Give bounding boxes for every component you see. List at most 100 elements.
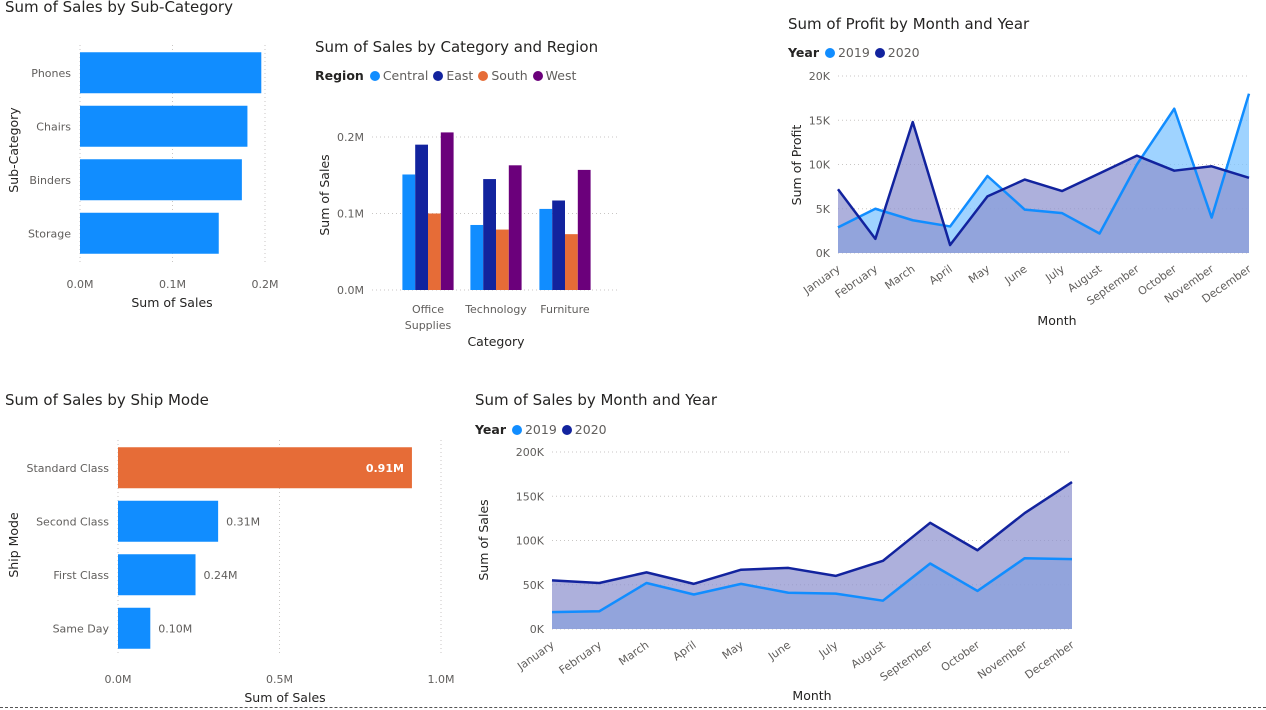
catregion-x-tick-label: Supplies: [405, 319, 452, 332]
catregion-y-tick-label: 0.2M: [337, 131, 364, 144]
subcat-y-tick-label: Storage: [28, 227, 71, 240]
catregion-bar-office-supplies-central: [402, 174, 416, 290]
profit-x-tick-label: February: [833, 262, 881, 301]
salesmonth-x-tick-label: July: [816, 638, 841, 661]
subcat-x-tick-label: 0.1M: [159, 278, 186, 291]
profit-x-axis-title: Month: [1037, 313, 1076, 328]
shipmode-bar-same-day: [118, 607, 151, 649]
salesmonth-x-axis-title: Month: [792, 688, 831, 703]
catregion-legend-dot-east: [433, 70, 444, 81]
shipmode-chart-title: Sum of Sales by Ship Mode: [5, 391, 209, 409]
catregion-column-chart[interactable]: 0.0M 0.1M 0.2M Office Supplies Technology Furn…: [310, 90, 630, 355]
salesmonth-area-2020: [552, 482, 1072, 629]
subcat-bar-phones: [80, 52, 262, 94]
profit-area-chart[interactable]: 0K5K10K15K20KJanuaryFebruary March April Ma…: [780, 65, 1266, 335]
salesmonth-legend-label-2019: 2019: [524, 422, 557, 437]
profit-legend-title: Year: [788, 45, 819, 60]
salesmonth-x-tick-label: April: [670, 638, 698, 663]
catregion-legend-dot-south: [478, 70, 489, 81]
profit-x-tick-label: April: [927, 262, 955, 287]
profit-y-axis-title: Sum of Profit: [789, 125, 804, 206]
salesmonth-x-tick-label: June: [765, 638, 793, 663]
shipmode-data-label: 0.31M: [226, 515, 260, 528]
catregion-bar-technology-east: [483, 179, 496, 290]
catregion-legend-item-central[interactable]: Central: [369, 68, 429, 83]
salesmonth-x-tick-label: November: [975, 638, 1030, 682]
salesmonth-legend-dot-2019: [511, 424, 522, 435]
subcat-bar-binders: [80, 159, 242, 201]
catregion-legend-item-west[interactable]: West: [532, 68, 577, 83]
catregion-legend-item-south[interactable]: South: [478, 68, 528, 83]
salesmonth-chart-title: Sum of Sales by Month and Year: [475, 391, 718, 409]
catregion-legend-item-east[interactable]: East: [433, 68, 473, 83]
profit-legend-label-2019: 2019: [837, 45, 870, 60]
profit-x-tick-label: June: [1002, 262, 1030, 287]
catregion-legend-title: Region: [315, 68, 364, 83]
salesmonth-x-tick-label: March: [616, 638, 651, 668]
subcat-x-tick-label: 0.0M: [67, 278, 94, 291]
catregion-x-tick-label: Office: [412, 303, 444, 316]
salesmonth-legend-dot-2020: [561, 424, 572, 435]
profit-y-tick-label: 5K: [816, 203, 831, 216]
salesmonth-area-chart[interactable]: 0K 50K 100K 150K 200K January February March Apr…: [470, 440, 1100, 705]
catregion-chart-title: Sum of Sales by Category and Region: [315, 38, 599, 56]
salesmonth-legend: Year 2019 2020: [475, 422, 612, 437]
catregion-bar-technology-central: [470, 224, 484, 290]
profit-legend-item-2019[interactable]: 2019: [824, 45, 870, 60]
salesmonth-x-tick-label: December: [1023, 638, 1078, 682]
catregion-legend-label-west: West: [545, 68, 577, 83]
catregion-bar-office-supplies-west: [440, 132, 454, 290]
shipmode-bar-first-class: [118, 554, 196, 596]
profit-chart-title: Sum of Profit by Month and Year: [788, 15, 1030, 33]
catregion-bar-furniture-south: [565, 234, 578, 290]
salesmonth-y-tick-label: 100K: [516, 535, 545, 548]
salesmonth-x-tick-label: January: [514, 638, 557, 673]
shipmode-bar-chart[interactable]: 0.0M 0.5M 1.0M Standard Class 0.91M Second Cl…: [0, 425, 470, 707]
salesmonth-y-tick-label: 0K: [530, 623, 545, 636]
catregion-x-tick-label: Technology: [464, 303, 527, 316]
catregion-legend-label-central: Central: [382, 68, 429, 83]
salesmonth-x-tick-label: September: [878, 638, 936, 684]
subcat-y-tick-label: Chairs: [36, 120, 71, 133]
shipmode-data-label: 0.10M: [158, 622, 192, 635]
catregion-legend-dot-central: [369, 70, 380, 81]
catregion-bar-office-supplies-south: [428, 213, 441, 290]
subcat-bar-chart[interactable]: 0.0M 0.1M 0.2M Phones Chairs Binders Storage Su…: [0, 30, 300, 320]
subcat-y-tick-label: Binders: [29, 174, 71, 187]
subcat-x-axis-title: Sum of Sales: [131, 295, 212, 310]
shipmode-x-tick-label: 1.0M: [428, 673, 455, 686]
shipmode-y-axis-title: Ship Mode: [6, 512, 21, 578]
salesmonth-legend-item-2020[interactable]: 2020: [561, 422, 607, 437]
catregion-legend-label-east: East: [446, 68, 474, 83]
shipmode-data-label: 0.24M: [204, 569, 238, 582]
subcat-y-tick-label: Phones: [31, 67, 71, 80]
subcat-x-tick-label: 0.2M: [252, 278, 279, 291]
profit-y-tick-label: 15K: [809, 114, 831, 127]
profit-x-tick-label: May: [966, 262, 992, 286]
profit-legend-dot-2019: [824, 47, 835, 58]
salesmonth-legend-item-2019[interactable]: 2019: [511, 422, 557, 437]
shipmode-x-axis-title: Sum of Sales: [244, 690, 325, 705]
salesmonth-x-tick-label: October: [939, 638, 983, 674]
subcat-y-axis-title: Sub-Category: [6, 107, 21, 193]
shipmode-y-tick-label: Same Day: [53, 622, 110, 635]
catregion-bar-office-supplies-east: [415, 144, 428, 290]
shipmode-x-tick-label: 0.5M: [266, 673, 293, 686]
page-bottom-border: [0, 707, 1266, 708]
shipmode-y-tick-label: Standard Class: [27, 462, 110, 475]
profit-legend-item-2020[interactable]: 2020: [874, 45, 920, 60]
profit-legend-label-2020: 2020: [887, 45, 920, 60]
catregion-bar-furniture-east: [552, 200, 565, 290]
subcat-bar-chairs: [80, 105, 248, 147]
salesmonth-y-tick-label: 150K: [516, 490, 545, 503]
catregion-y-tick-label: 0.1M: [337, 208, 364, 221]
profit-area-2020: [838, 122, 1249, 253]
catregion-legend-label-south: South: [491, 68, 528, 83]
shipmode-y-tick-label: Second Class: [36, 515, 109, 528]
profit-y-tick-label: 20K: [809, 70, 831, 83]
salesmonth-x-tick-label: May: [720, 638, 746, 662]
subcat-bar-storage: [80, 212, 219, 254]
profit-legend-dot-2020: [874, 47, 885, 58]
profit-y-tick-label: 10K: [809, 159, 831, 172]
subcat-chart-title: Sum of Sales by Sub-Category: [5, 0, 233, 16]
